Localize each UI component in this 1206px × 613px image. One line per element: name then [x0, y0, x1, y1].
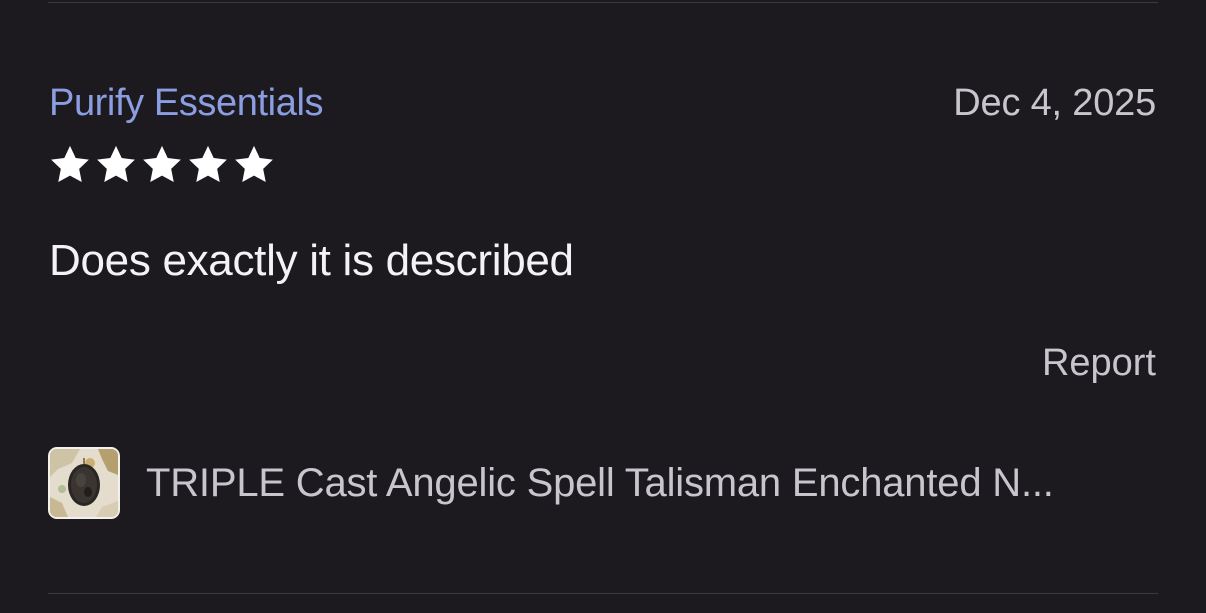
reviewed-item-link[interactable]: TRIPLE Cast Angelic Spell Talisman Encha… — [48, 445, 1148, 521]
star-icon — [51, 145, 89, 183]
reviewer-name-link[interactable]: Purify Essentials — [49, 81, 323, 125]
product-thumbnail — [48, 447, 120, 519]
review-date: Dec 4, 2025 — [953, 82, 1156, 124]
star-icon — [97, 145, 135, 183]
review-text: Does exactly it is described — [49, 236, 574, 285]
star-icon — [235, 145, 273, 183]
star-icon — [189, 145, 227, 183]
star-rating — [48, 143, 276, 187]
bottom-divider — [48, 593, 1158, 594]
top-divider — [48, 2, 1158, 3]
talisman-image-icon — [50, 449, 118, 517]
star-icon — [143, 145, 181, 183]
report-button[interactable]: Report — [1042, 341, 1156, 385]
reviewed-item-title: TRIPLE Cast Angelic Spell Talisman Encha… — [146, 461, 1054, 505]
